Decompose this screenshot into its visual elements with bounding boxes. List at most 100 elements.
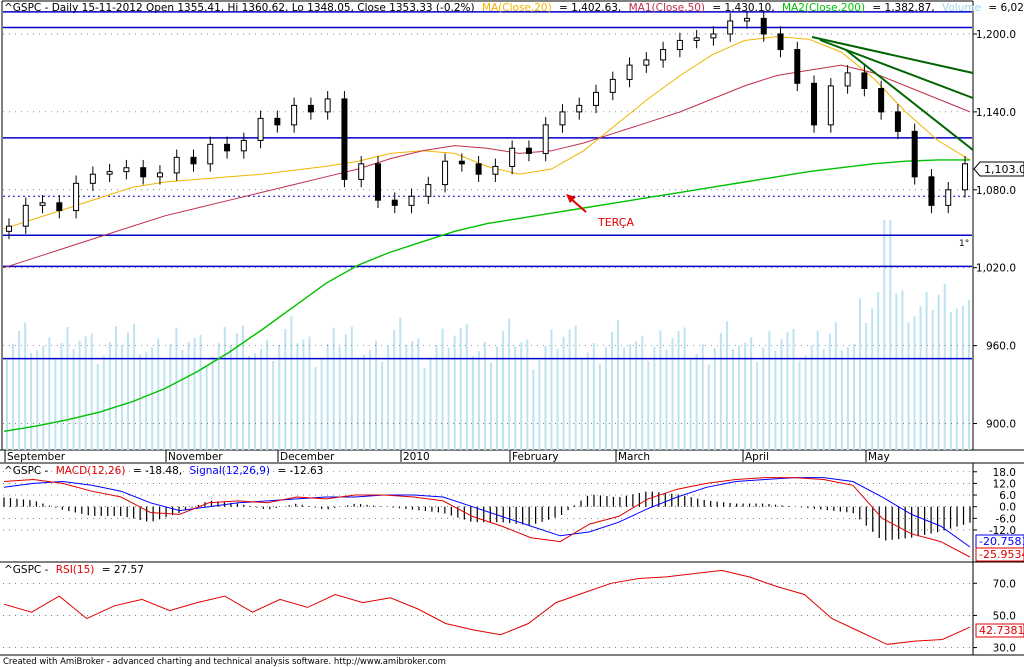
volume-bar [641, 335, 644, 450]
down-candle [811, 82, 818, 126]
macd-tick-label: 18.0 [993, 467, 1016, 479]
up-candle [844, 72, 851, 87]
up-candle [660, 49, 667, 61]
volume-bar [810, 345, 813, 450]
up-candle [492, 165, 499, 175]
rsi-last-marker: 42.7381 [975, 623, 1024, 638]
up-candle [945, 189, 952, 206]
volume-bar [48, 337, 51, 450]
volume-bar [447, 347, 450, 450]
volume-bar [544, 345, 547, 450]
rsi-header: ^GSPC - RSI(15) = 27.57 [4, 564, 144, 576]
volume-bar [211, 356, 214, 450]
up-candle [123, 167, 130, 173]
rsi-label: RSI(15) [56, 564, 95, 576]
volume-bar [453, 335, 456, 450]
up-candle [542, 124, 549, 154]
volume-bar [955, 308, 958, 450]
macd-tick-label: 12.0 [993, 478, 1016, 490]
rsi-tick-label: 70.0 [993, 578, 1016, 590]
month-label: December [280, 451, 335, 463]
terca-annotation: TERÇA [566, 194, 634, 229]
up-candle [240, 139, 247, 152]
volume-bar [18, 330, 21, 450]
volume-bar [102, 355, 105, 450]
volume-bar [719, 332, 722, 450]
volume-bar [362, 354, 365, 450]
month-label: March [618, 451, 650, 463]
down-candle [391, 199, 398, 206]
volume-bar [931, 309, 934, 450]
month-label: February [512, 451, 559, 463]
rsi-last-value: 42.7381 [979, 624, 1024, 637]
volume-bar [895, 293, 898, 450]
volume-bar [865, 323, 868, 450]
volume-bar [290, 316, 293, 450]
volume-bar [635, 341, 638, 450]
volume-bar [701, 344, 704, 450]
ma200-value: = 1,382.87, [872, 2, 934, 14]
macd-lines [3, 477, 971, 558]
up-candle [73, 182, 80, 212]
month-label: 2010 [403, 451, 430, 463]
ma200-line [3, 159, 970, 432]
volume-bar [356, 357, 359, 450]
volume-bar [653, 346, 656, 450]
volume-bar [623, 347, 626, 450]
volume-bar [308, 336, 311, 450]
up-candle [358, 163, 365, 180]
volume-bar [580, 357, 583, 450]
down-candle [341, 98, 348, 180]
volume-bar [12, 343, 15, 450]
volume-bar [163, 360, 166, 450]
last-price-marker: 1,103.06 [973, 161, 1024, 177]
volume-bar [871, 308, 874, 450]
last-price-label: 1,103.06 [984, 163, 1024, 176]
up-candle [89, 173, 96, 184]
volume-bar [405, 344, 408, 450]
volume-bar [562, 336, 565, 450]
ma20-label: MA(Close,20) [482, 2, 552, 14]
up-candle [39, 202, 46, 206]
up-candle [676, 39, 683, 51]
volume-bar [496, 346, 499, 450]
price-y-axis: 1,200.0 1,140.0 1,080.0 1,020.0 960.0 900.0 [973, 29, 1016, 431]
down-candle [760, 17, 767, 35]
volume-bar [84, 336, 87, 450]
volume-bar [199, 335, 202, 450]
volume-bar [459, 328, 462, 450]
volume-bar [145, 351, 148, 450]
price-tick-label: 1,020.0 [976, 263, 1016, 275]
volume-bar [266, 339, 269, 450]
volume-bar [465, 324, 468, 450]
trendline [845, 49, 974, 151]
volume-bar [538, 359, 541, 450]
up-candle [962, 163, 968, 191]
down-candle [374, 163, 381, 201]
volume-bar [411, 340, 414, 450]
volume-bar [738, 345, 741, 450]
terca-label: TERÇA [597, 216, 634, 229]
volume-bar [369, 349, 371, 450]
macd-label: MACD(12,26) [56, 465, 126, 477]
volume-bar [127, 332, 129, 450]
volume-bar [157, 338, 160, 450]
volume-bar [750, 337, 753, 450]
volume-bar [907, 322, 910, 450]
volume-bar [568, 329, 571, 450]
volume-bar [774, 350, 777, 450]
signal-last-marker: -20.7581 [975, 534, 1024, 549]
volume-bar [526, 339, 529, 450]
macd-prefix: ^GSPC - [4, 465, 49, 477]
month-label: September [7, 451, 66, 463]
volume-bar [768, 331, 771, 450]
up-candle [22, 204, 29, 227]
price-tick-label: 900.0 [986, 419, 1016, 431]
volume-bar [30, 353, 33, 450]
volume-bar [532, 369, 535, 450]
price-tick-label: 1,140.0 [976, 107, 1016, 119]
volume-bar [919, 306, 922, 450]
volume-bar [6, 360, 8, 450]
bottom-mark: 1° [959, 239, 969, 249]
up-candle [257, 117, 264, 141]
